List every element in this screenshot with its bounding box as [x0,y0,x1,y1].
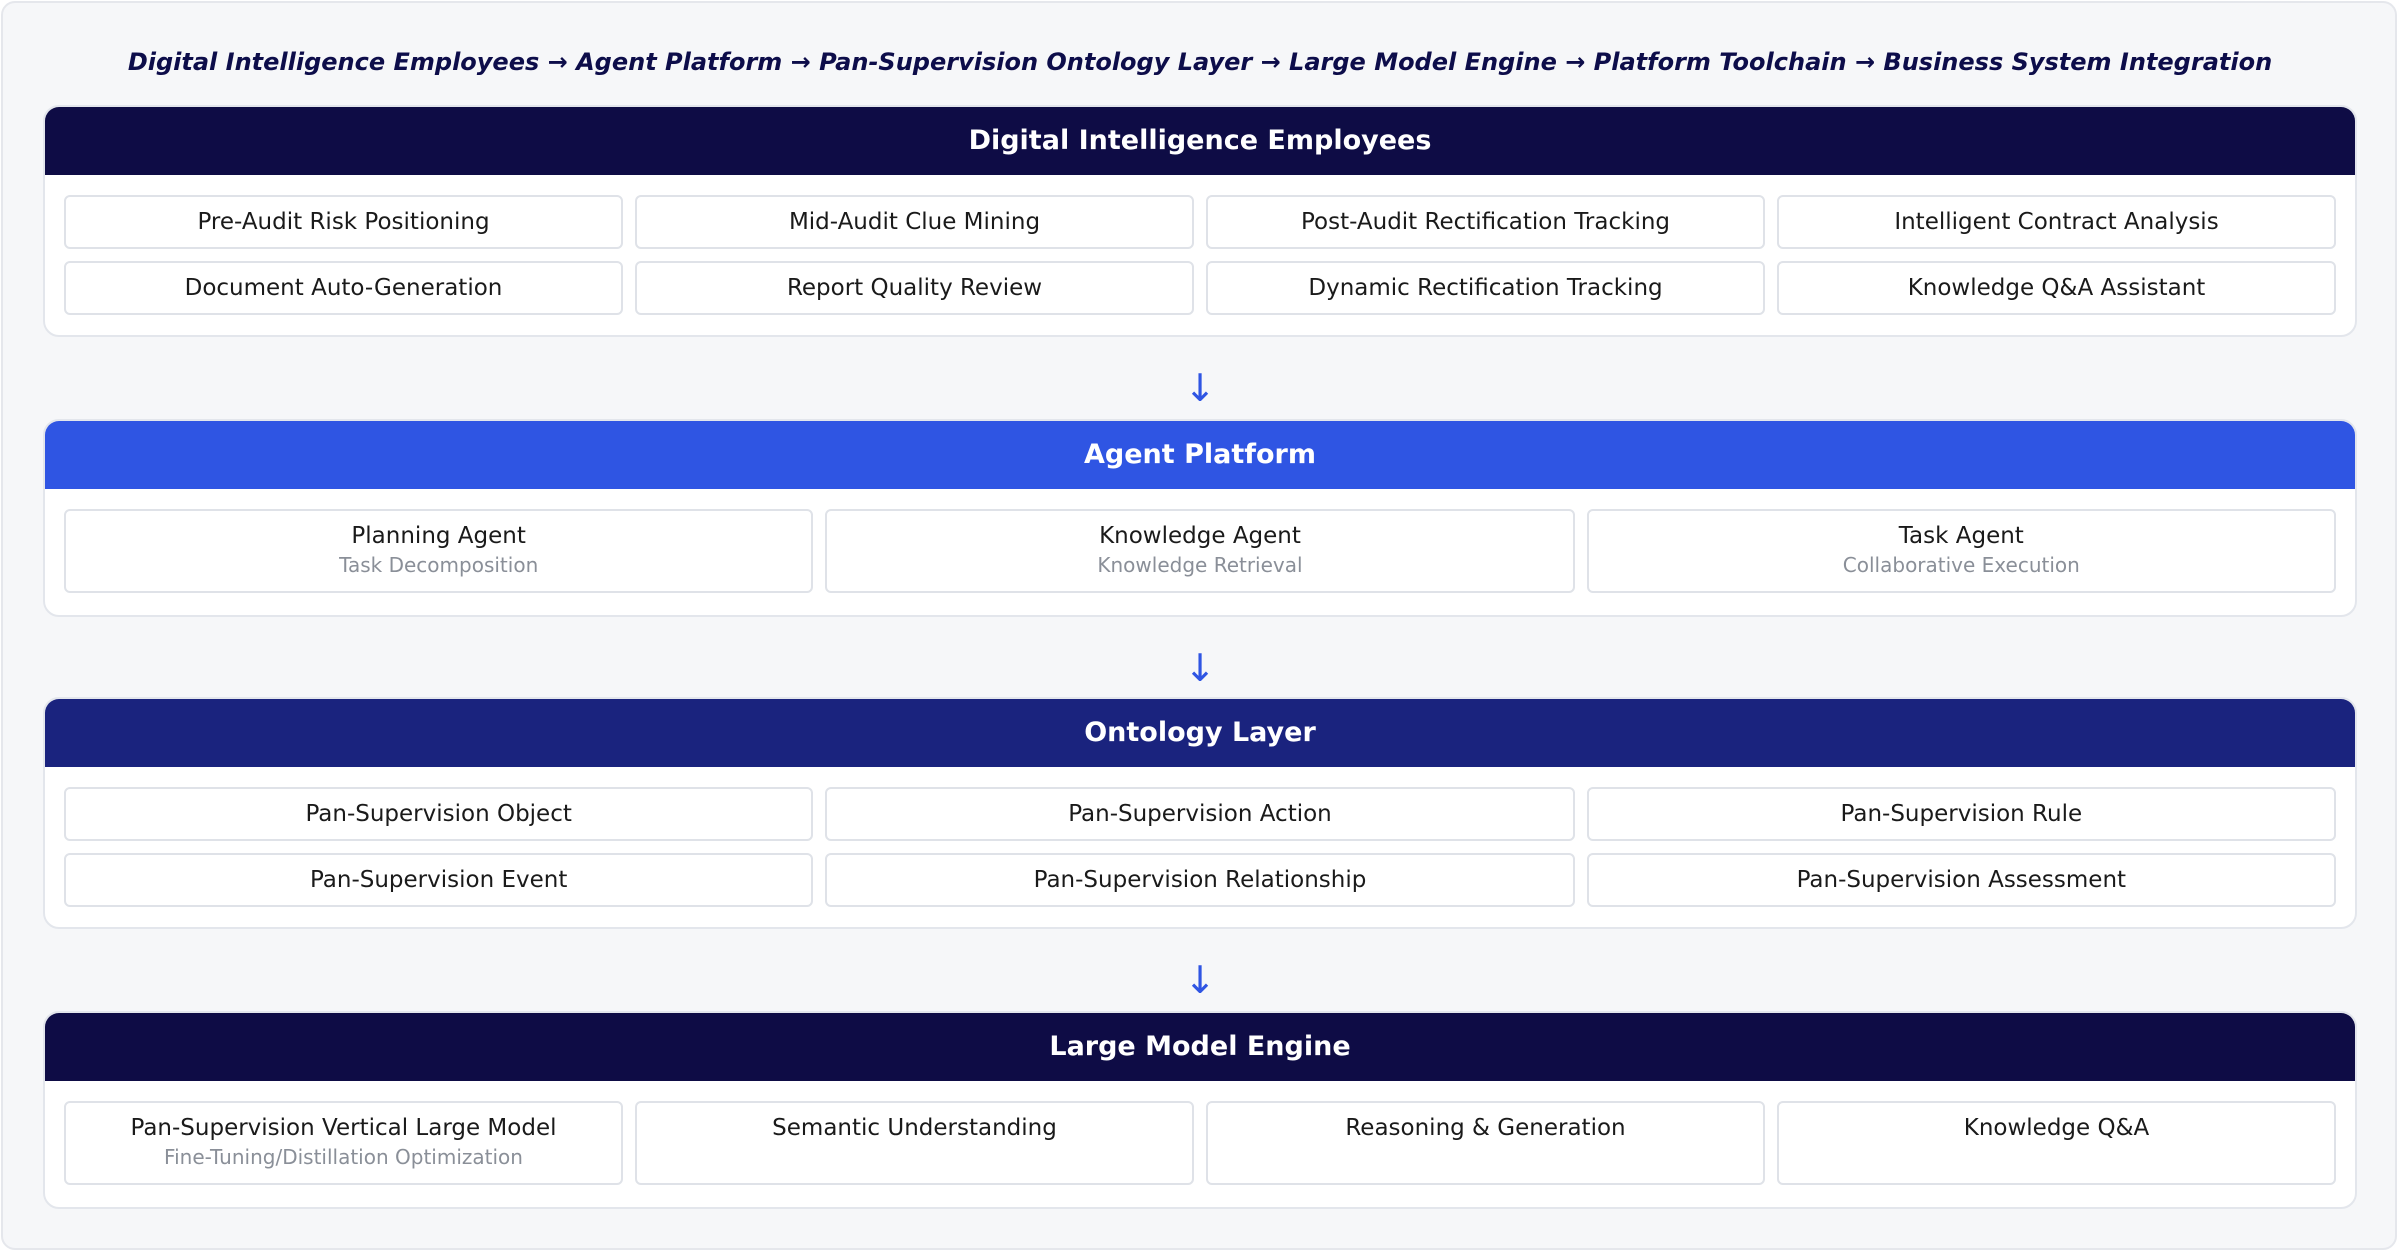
item-pre-audit-risk-positioning: Pre-Audit Risk Positioning [64,195,623,249]
item-label: Pan-Supervision Vertical Large Model [130,1115,557,1141]
down-arrow-icon: ↓ [1184,366,1216,410]
layer-header: Digital Intelligence Employees [45,107,2355,175]
down-arrow-icon: ↓ [1184,646,1216,690]
item-sublabel: Fine-Tuning/Distillation Optimization [164,1145,523,1169]
item-reasoning-generation: Reasoning & Generation [1206,1101,1765,1185]
item-task-agent: Task Agent Collaborative Execution [1586,509,2336,593]
item-pan-supervision-object: Pan-Supervision Object [64,787,814,841]
layer-items: Pan-Supervision Vertical Large Model Fin… [64,1101,2336,1185]
item-knowledge-qa-assistant: Knowledge Q&A Assistant [1777,261,2336,315]
layer-header: Large Model Engine [45,1013,2355,1081]
item-label: Semantic Understanding [772,1115,1057,1141]
item-label: Planning Agent [351,523,526,549]
item-report-quality-review: Report Quality Review [635,261,1194,315]
item-intelligent-contract-analysis: Intelligent Contract Analysis [1777,195,2336,249]
item-pan-supervision-event: Pan-Supervision Event [64,853,814,907]
layer-large-model-engine: Large Model Engine Pan-Supervision Verti… [43,1011,2357,1209]
layer-items: Pre-Audit Risk Positioning Mid-Audit Clu… [64,195,2336,315]
layer-header: Agent Platform [45,421,2355,489]
layer-digital-intelligence-employees: Digital Intelligence Employees Pre-Audit… [43,105,2357,337]
item-label: Knowledge Q&A [1963,1115,2150,1141]
item-pan-supervision-assessment: Pan-Supervision Assessment [1586,853,2336,907]
down-arrow-icon: ↓ [1184,958,1216,1002]
item-mid-audit-clue-mining: Mid-Audit Clue Mining [635,195,1194,249]
item-knowledge-qa: Knowledge Q&A [1777,1101,2336,1185]
item-knowledge-agent: Knowledge Agent Knowledge Retrieval [825,509,1575,593]
item-label: Knowledge Agent [1099,523,1301,549]
item-pan-supervision-relationship: Pan-Supervision Relationship [825,853,1575,907]
item-pan-supervision-rule: Pan-Supervision Rule [1586,787,2336,841]
item-sublabel: Collaborative Execution [1842,553,2080,577]
item-post-audit-rectification-tracking: Post-Audit Rectification Tracking [1206,195,1765,249]
item-sublabel: Knowledge Retrieval [1097,553,1303,577]
layer-header: Ontology Layer [45,699,2355,767]
layer-agent-platform: Agent Platform Planning Agent Task Decom… [43,419,2357,617]
layer-items: Pan-Supervision Object Pan-Supervision A… [64,787,2336,907]
item-pan-supervision-vertical-large-model: Pan-Supervision Vertical Large Model Fin… [64,1101,623,1185]
layer-ontology: Ontology Layer Pan-Supervision Object Pa… [43,697,2357,929]
item-pan-supervision-action: Pan-Supervision Action [825,787,1575,841]
item-planning-agent: Planning Agent Task Decomposition [64,509,814,593]
flow-title: Digital Intelligence Employees → Agent P… [127,48,2273,76]
item-dynamic-rectification-tracking: Dynamic Rectification Tracking [1206,261,1765,315]
item-document-auto-generation: Document Auto-Generation [64,261,623,315]
item-label: Reasoning & Generation [1345,1115,1626,1141]
item-label: Task Agent [1898,523,2024,549]
item-semantic-understanding: Semantic Understanding [635,1101,1194,1185]
layer-items: Planning Agent Task Decomposition Knowle… [64,509,2336,593]
item-sublabel: Task Decomposition [339,553,539,577]
